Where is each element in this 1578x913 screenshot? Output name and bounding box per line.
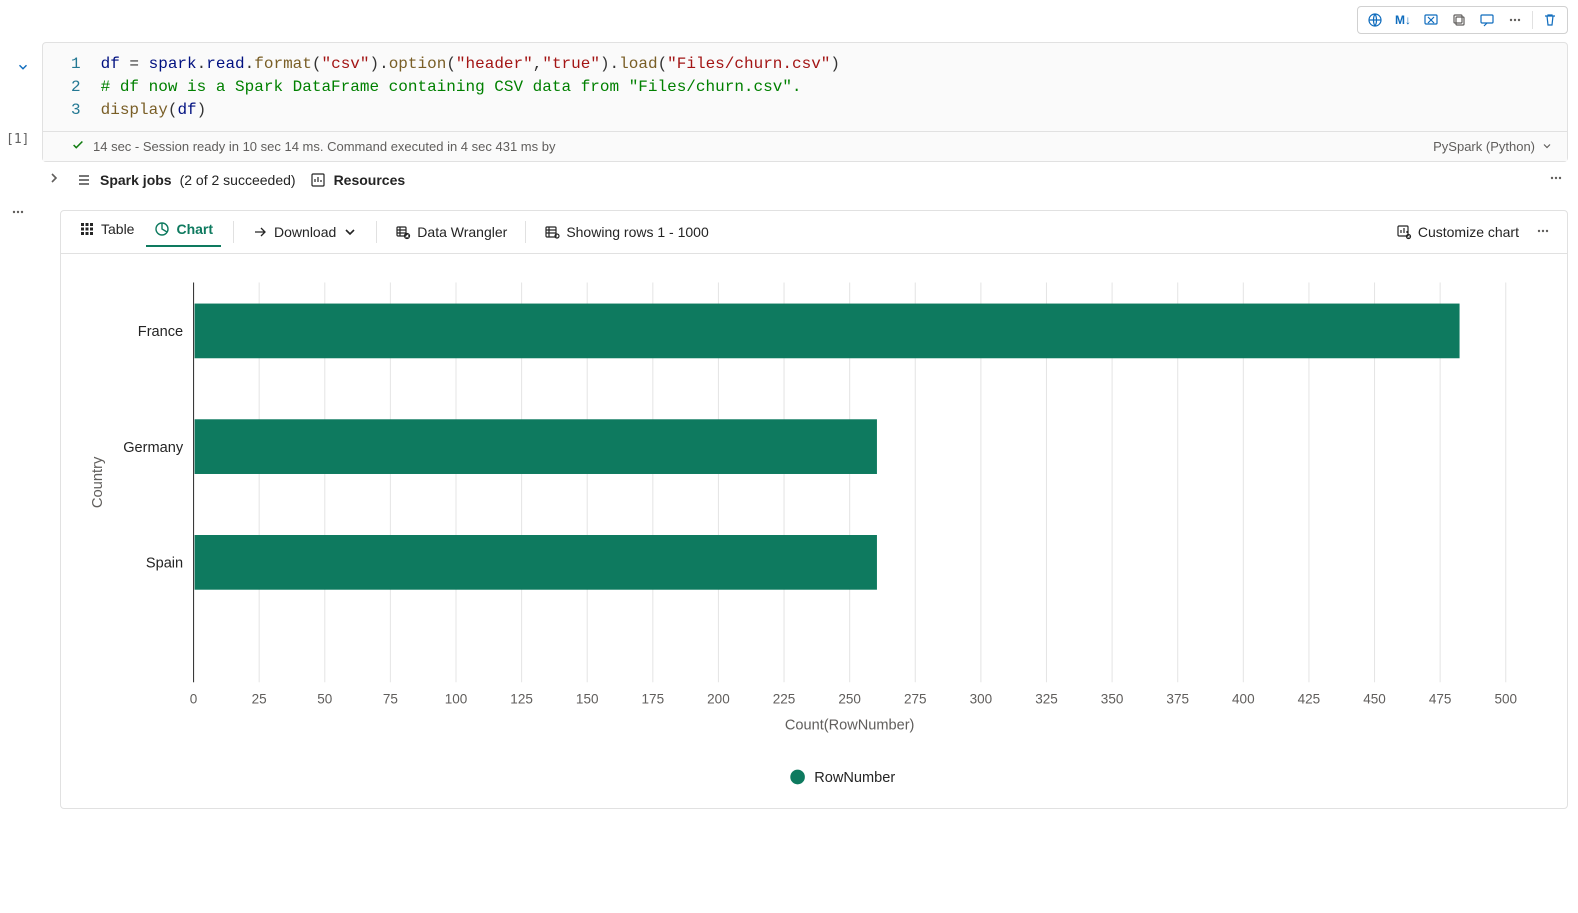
table-icon — [79, 221, 95, 237]
wrangler-icon — [395, 224, 411, 240]
separator — [525, 221, 526, 243]
svg-text:0: 0 — [190, 691, 198, 706]
rows-info-label: Showing rows 1 - 1000 — [566, 224, 708, 240]
rows-icon — [544, 224, 560, 240]
kernel-label: PySpark (Python) — [1433, 139, 1535, 154]
markdown-icon[interactable]: M↓ — [1390, 9, 1416, 31]
separator — [233, 221, 234, 243]
svg-text:France: France — [138, 324, 183, 340]
cell-side-menu[interactable] — [10, 204, 26, 223]
svg-text:Count(RowNumber): Count(RowNumber) — [785, 718, 915, 734]
customize-chart-button[interactable]: Customize chart — [1390, 220, 1525, 244]
svg-text:250: 250 — [838, 691, 861, 706]
success-check-icon — [71, 138, 85, 155]
code-cell: 123 df = spark.read.format("csv").option… — [42, 42, 1568, 162]
delete-icon[interactable] — [1537, 9, 1563, 31]
tab-chart[interactable]: Chart — [146, 217, 221, 247]
cell-status-bar: 14 sec - Session ready in 10 sec 14 ms. … — [43, 131, 1567, 161]
data-wrangler-label: Data Wrangler — [417, 224, 507, 240]
resources-label: Resources — [334, 172, 406, 188]
jobs-resources-row: Spark jobs (2 of 2 succeeded) Resources — [42, 164, 1568, 195]
svg-text:350: 350 — [1101, 691, 1124, 706]
tab-table[interactable]: Table — [71, 217, 142, 247]
collapse-cell-button[interactable] — [16, 60, 30, 77]
copy-icon[interactable] — [1446, 9, 1472, 31]
svg-text:175: 175 — [642, 691, 665, 706]
svg-text:50: 50 — [317, 691, 332, 706]
chevron-down-icon — [1541, 140, 1553, 152]
list-icon — [76, 172, 92, 188]
svg-text:100: 100 — [445, 691, 468, 706]
customize-icon — [1396, 224, 1412, 240]
jobs-more-icon[interactable] — [1548, 170, 1564, 189]
bar-chart: 0 25 50 75 100 125 150 175 200 225 250 275 300 325 350… — [79, 272, 1537, 798]
separator — [376, 221, 377, 243]
svg-text:75: 75 — [383, 691, 398, 706]
svg-text:Germany: Germany — [123, 440, 184, 456]
svg-text:500: 500 — [1494, 691, 1517, 706]
clear-output-icon[interactable] — [1418, 9, 1444, 31]
data-wrangler-button[interactable]: Data Wrangler — [389, 220, 513, 244]
download-label: Download — [274, 224, 336, 240]
status-text: 14 sec - Session ready in 10 sec 14 ms. … — [93, 139, 555, 154]
comment-icon[interactable] — [1474, 9, 1500, 31]
svg-text:Country: Country — [90, 456, 106, 508]
svg-text:25: 25 — [252, 691, 267, 706]
svg-text:225: 225 — [773, 691, 796, 706]
svg-text:450: 450 — [1363, 691, 1386, 706]
download-icon — [252, 224, 268, 240]
chart-icon — [310, 172, 326, 188]
cell-toolbar: M↓ — [1357, 6, 1568, 34]
svg-text:Spain: Spain — [146, 556, 183, 572]
code-editor[interactable]: df = spark.read.format("csv").option("he… — [101, 53, 840, 123]
globe-icon[interactable] — [1362, 9, 1388, 31]
pie-icon — [154, 221, 170, 237]
output-toolbar: Table Chart Download Data Wrangler Showi… — [61, 211, 1567, 254]
expand-jobs-button[interactable] — [46, 170, 62, 189]
svg-text:RowNumber: RowNumber — [814, 770, 895, 786]
svg-text:125: 125 — [510, 691, 533, 706]
customize-chart-label: Customize chart — [1418, 224, 1519, 240]
svg-text:475: 475 — [1429, 691, 1452, 706]
output-more-icon[interactable] — [1529, 223, 1557, 242]
svg-text:200: 200 — [707, 691, 730, 706]
download-button[interactable]: Download — [246, 220, 364, 244]
rows-info[interactable]: Showing rows 1 - 1000 — [538, 220, 714, 244]
cell-index: [1] — [6, 132, 29, 147]
output-panel: Table Chart Download Data Wrangler Showi… — [60, 210, 1568, 809]
spark-jobs-button[interactable]: Spark jobs (2 of 2 succeeded) — [76, 172, 296, 188]
svg-text:325: 325 — [1035, 691, 1058, 706]
svg-text:300: 300 — [970, 691, 993, 706]
line-gutter: 123 — [71, 53, 101, 123]
svg-text:150: 150 — [576, 691, 599, 706]
tab-table-label: Table — [101, 221, 134, 237]
kernel-selector[interactable]: PySpark (Python) — [1433, 139, 1553, 154]
toolbar-separator — [1532, 11, 1533, 29]
svg-text:400: 400 — [1232, 691, 1255, 706]
svg-text:425: 425 — [1298, 691, 1321, 706]
more-icon[interactable] — [1502, 9, 1528, 31]
resources-button[interactable]: Resources — [310, 172, 406, 188]
chevron-down-icon — [342, 224, 358, 240]
spark-jobs-label: Spark jobs — [100, 172, 172, 188]
spark-jobs-status: (2 of 2 succeeded) — [180, 172, 296, 188]
chart-area: 0 25 50 75 100 125 150 175 200 225 250 275 300 325 350… — [61, 254, 1567, 808]
svg-text:275: 275 — [904, 691, 927, 706]
svg-text:375: 375 — [1166, 691, 1189, 706]
tab-chart-label: Chart — [176, 221, 213, 237]
